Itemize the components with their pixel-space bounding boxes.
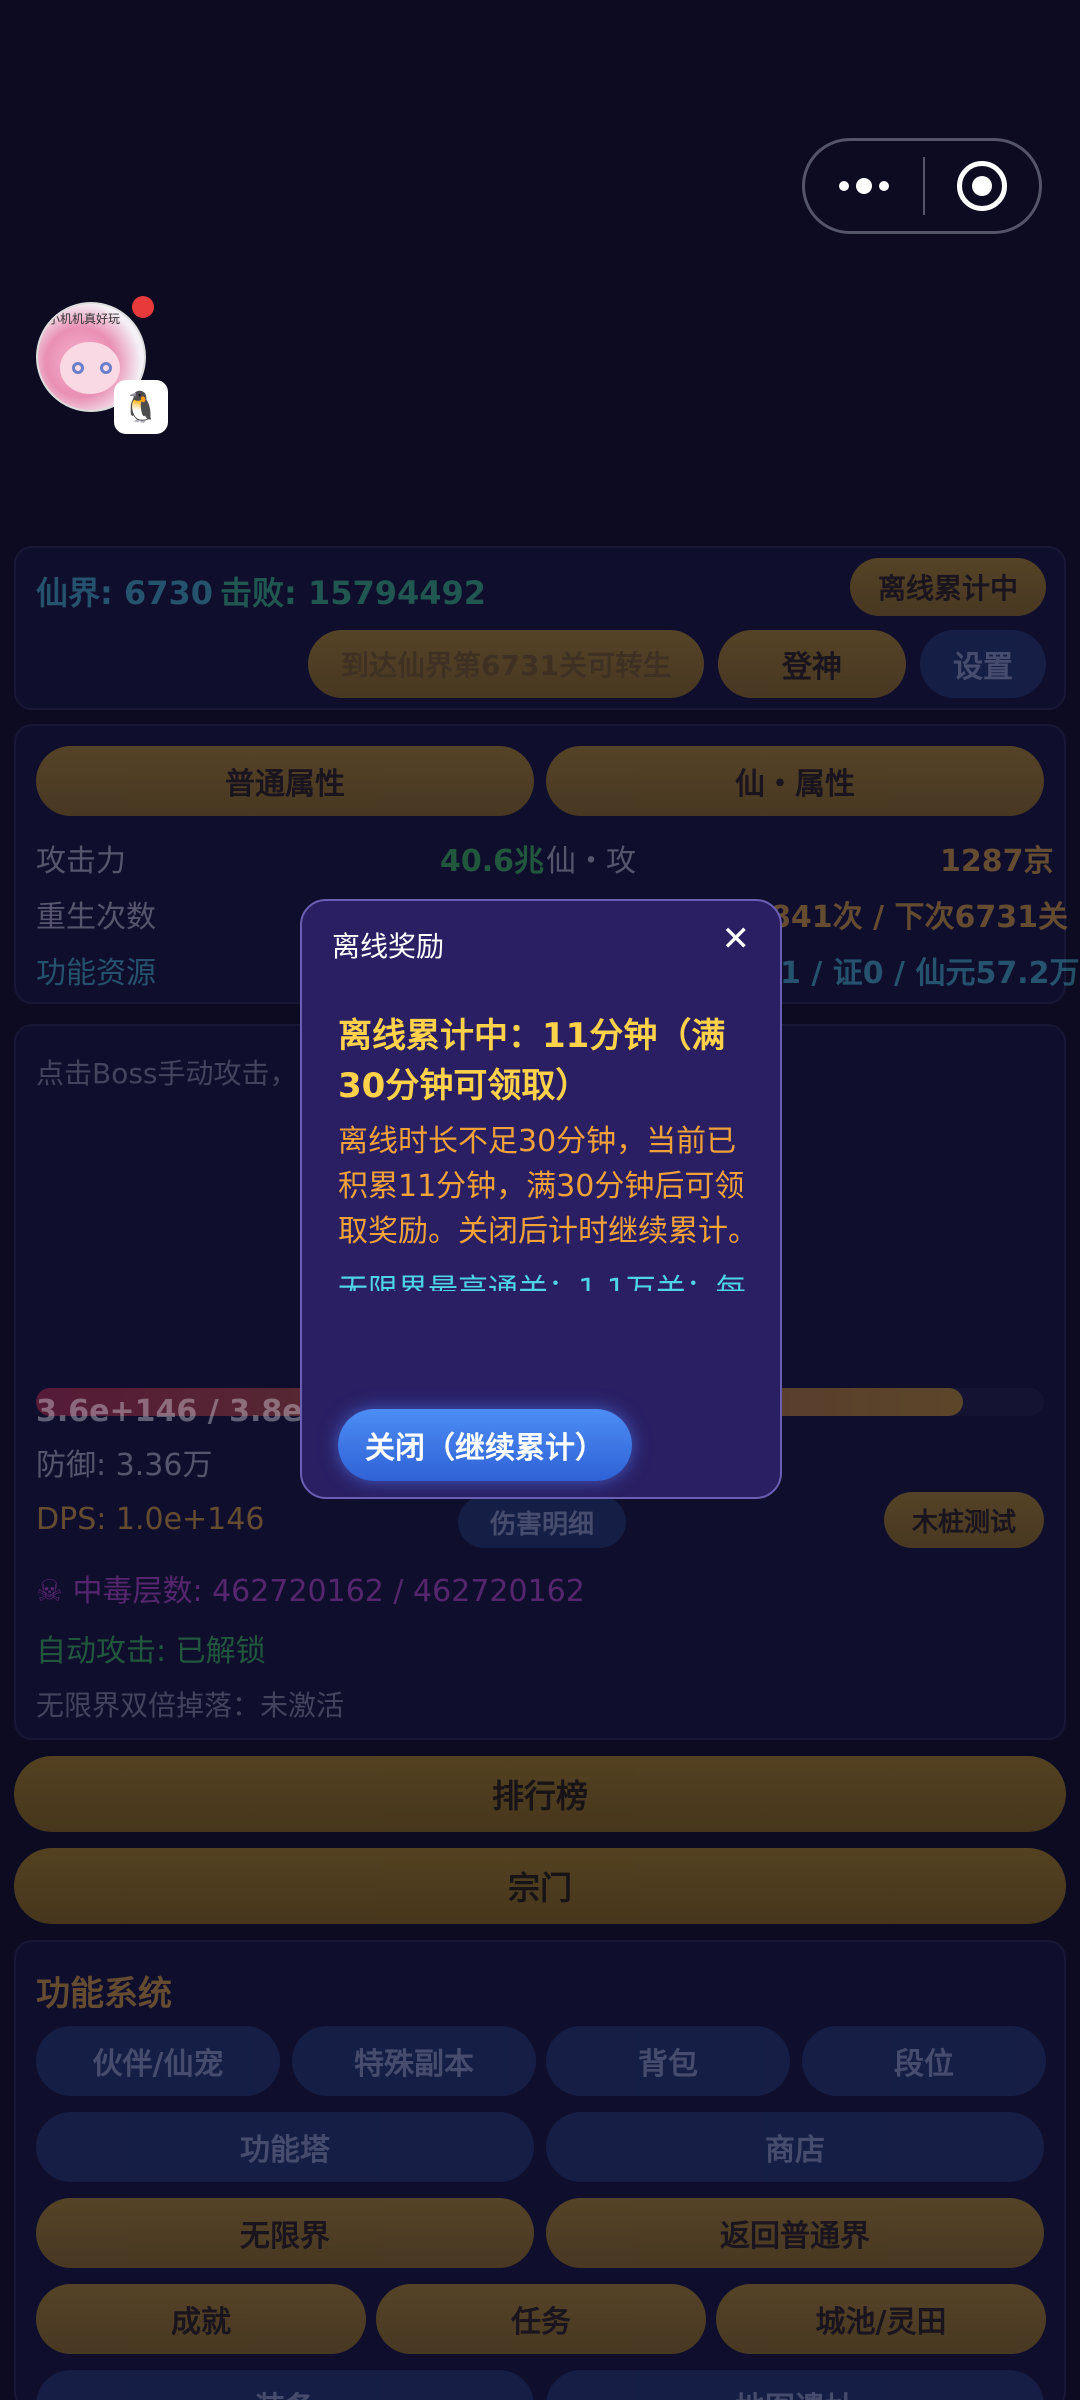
- offline-badge[interactable]: 离线累计中: [850, 558, 1046, 616]
- ascend-button[interactable]: 登神: [718, 630, 906, 698]
- offline-reward-modal: 离线奖励 ✕ 离线累计中：11分钟（满30分钟可领取） 离线时长不足30分钟，当…: [300, 899, 782, 1499]
- feature-backpack[interactable]: 背包: [546, 2026, 790, 2096]
- sect-button[interactable]: 宗门: [14, 1848, 1066, 1924]
- rebirth-value: 841次 / 下次6731关: [770, 900, 1068, 935]
- feature-tower[interactable]: 功能塔: [36, 2112, 534, 2182]
- close-miniprogram-button[interactable]: [925, 161, 1039, 211]
- settings-button[interactable]: 设置: [920, 630, 1046, 698]
- feature-return-normal[interactable]: 返回普通界: [546, 2198, 1044, 2268]
- close-icon[interactable]: ✕: [722, 919, 751, 959]
- feature-city-field[interactable]: 城池/灵田: [716, 2284, 1046, 2354]
- dps-text: DPS: 1.0e+146: [36, 1502, 265, 1537]
- modal-heading: 离线累计中：11分钟（满30分钟可领取）: [338, 1016, 726, 1106]
- feature-rank-tier[interactable]: 段位: [802, 2026, 1046, 2096]
- battle-hint: 点击Boss手动攻击，: [36, 1057, 298, 1090]
- feature-special-dungeon[interactable]: 特殊副本: [292, 2026, 536, 2096]
- defense-text: 防御: 3.36万: [36, 1448, 213, 1483]
- modal-title: 离线奖励: [332, 930, 445, 963]
- immortal-attack-value: 1287京: [940, 844, 1054, 879]
- modal-info: 无限界最高通关：1.1万关；每5分钟收益：92个神秘宝箱: [338, 1273, 746, 1291]
- miniprogram-capsule: [802, 138, 1042, 234]
- features-title: 功能系统: [36, 1974, 172, 2014]
- resource-value: 1 / 证0 / 仙元57.2万: [780, 956, 1080, 991]
- avatar-caption: 小机机真好玩: [48, 312, 121, 326]
- double-drop-text: 无限界双倍掉落：未激活: [36, 1689, 345, 1722]
- feature-map-ruins[interactable]: 地图遗址: [546, 2370, 1044, 2400]
- feature-partner[interactable]: 伙伴/仙宠: [36, 2026, 280, 2096]
- auto-attack-text: 自动攻击: 已解锁: [36, 1634, 266, 1669]
- feature-shop[interactable]: 商店: [546, 2112, 1044, 2182]
- feature-infinite-realm[interactable]: 无限界: [36, 2198, 534, 2268]
- immortal-attack-label: 仙・攻: [546, 844, 636, 879]
- feature-achievements[interactable]: 成就: [36, 2284, 366, 2354]
- modal-body: 离线时长不足30分钟，当前已积累11分钟，满30分钟后可领取奖励。关闭后计时继续…: [338, 1124, 758, 1249]
- dummy-test-button[interactable]: 木桩测试: [884, 1492, 1044, 1548]
- poison-text: 中毒层数: 462720162 / 462720162: [72, 1574, 585, 1609]
- modal-content[interactable]: 离线累计中：11分钟（满30分钟可领取） 离线时长不足30分钟，当前已积累11分…: [338, 1011, 758, 1291]
- feature-tasks[interactable]: 任务: [376, 2284, 706, 2354]
- ranking-button[interactable]: 排行榜: [14, 1756, 1066, 1832]
- notification-dot: [132, 296, 154, 318]
- defeat-label: 击败: 15794492: [220, 574, 487, 612]
- realm-label: 仙界: 6730: [36, 574, 214, 612]
- target-icon: [957, 161, 1007, 211]
- rebirth-label: 重生次数: [36, 900, 156, 935]
- more-dots-icon[interactable]: [805, 141, 923, 231]
- resource-label: 功能资源: [36, 956, 156, 991]
- qq-penguin-icon: 🐧: [114, 380, 168, 434]
- feature-equipment[interactable]: 装备: [36, 2370, 534, 2400]
- tab-immortal-attributes[interactable]: 仙・属性: [546, 746, 1044, 816]
- close-continue-button[interactable]: 关闭（继续累计）: [338, 1409, 632, 1481]
- tab-normal-attributes[interactable]: 普通属性: [36, 746, 534, 816]
- attack-label: 攻击力: [36, 844, 126, 879]
- rebirth-button[interactable]: 到达仙界第6731关可转生: [308, 630, 704, 698]
- skull-icon: ☠: [36, 1574, 63, 1609]
- attack-value: 40.6兆: [440, 844, 545, 879]
- damage-detail-button[interactable]: 伤害明细: [458, 1496, 626, 1548]
- poison-row: ☠ 中毒层数: 462720162 / 462720162: [36, 1566, 585, 1610]
